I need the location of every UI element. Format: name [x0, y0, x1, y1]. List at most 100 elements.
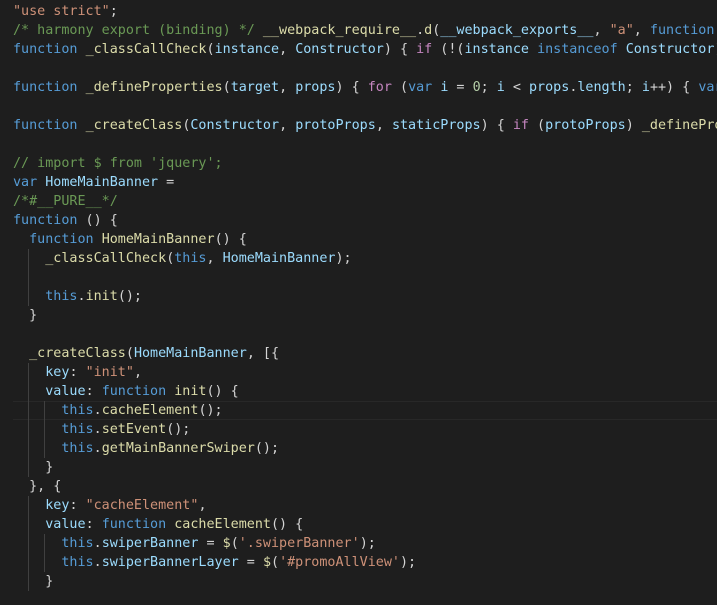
code-token: = — [238, 555, 263, 570]
code-token: , — [198, 498, 207, 513]
code-token: target — [230, 80, 280, 95]
code-token: , — [375, 118, 392, 133]
code-token: function — [13, 118, 78, 133]
code-editor[interactable]: "use strict";/* harmony export (binding)… — [0, 0, 717, 605]
code-token: () { — [271, 517, 304, 532]
code-token: (); — [117, 289, 142, 304]
code-token: this — [61, 441, 94, 456]
code-token: this — [45, 289, 78, 304]
code-token: protoProps — [295, 118, 376, 133]
code-line[interactable] — [0, 268, 717, 287]
code-token: ( — [529, 118, 546, 133]
code-token: , — [206, 251, 223, 266]
code-token: "cacheElement" — [85, 498, 199, 513]
code-token: , — [593, 23, 610, 38]
code-line[interactable]: function HomeMainBanner() { — [0, 230, 717, 249]
code-token: value — [45, 384, 86, 399]
code-token: , — [133, 365, 142, 380]
code-token: (); — [254, 441, 280, 456]
code-token: ( — [271, 555, 280, 570]
code-line[interactable]: this.init(); — [0, 287, 717, 306]
code-token: HomeMainBanner — [45, 175, 159, 190]
code-token: key — [45, 498, 70, 513]
code-token: = — [448, 80, 473, 95]
code-token: () { — [206, 384, 239, 399]
code-token: getMainBannerSwiper — [101, 441, 255, 456]
code-line[interactable]: value: function init() { — [0, 382, 717, 401]
code-token: ; — [480, 80, 497, 95]
code-token: var — [698, 80, 717, 95]
code-token: if — [416, 42, 433, 57]
code-token: ) { — [335, 80, 368, 95]
code-token: value — [45, 517, 86, 532]
code-token: _classCallCheck — [45, 251, 167, 266]
code-token: // import $ from 'jquery'; — [13, 156, 223, 171]
code-token: $ — [262, 555, 271, 570]
code-token: '.swiperBanner' — [238, 536, 360, 551]
code-line[interactable]: this.getMainBannerSwiper(); — [0, 439, 717, 458]
code-line[interactable]: var HomeMainBanner = — [0, 173, 717, 192]
code-line[interactable] — [0, 135, 717, 154]
code-token: __webpack_require__ — [262, 23, 417, 38]
code-line[interactable]: this.swiperBanner = $('.swiperBanner'); — [0, 534, 717, 553]
code-token: . — [93, 441, 102, 456]
code-token: length — [577, 80, 626, 95]
code-line[interactable]: } — [0, 458, 717, 477]
code-token: function — [649, 23, 715, 38]
code-line[interactable] — [0, 59, 717, 78]
code-line[interactable]: _createClass(HomeMainBanner, [{ — [0, 344, 717, 363]
code-token: ; — [625, 80, 642, 95]
code-token: ( — [230, 536, 239, 551]
code-token: ; — [109, 4, 118, 19]
code-token: (); — [198, 403, 223, 418]
code-token: (!( — [432, 42, 465, 57]
code-token: . — [77, 289, 86, 304]
code-token: i — [496, 80, 505, 95]
code-line[interactable]: } — [0, 306, 717, 325]
code-line[interactable]: "use strict"; — [0, 2, 717, 21]
code-line[interactable]: function () { — [0, 211, 717, 230]
code-line[interactable]: this.cacheElement(); — [0, 401, 717, 420]
code-line[interactable]: key: "init", — [0, 363, 717, 382]
code-token: function — [101, 517, 167, 532]
code-line[interactable]: this.swiperBannerLayer = $('#promoAllVie… — [0, 553, 717, 572]
code-token: } — [45, 460, 54, 475]
code-line[interactable]: function _classCallCheck(instance, Const… — [0, 40, 717, 59]
code-token: "a" — [609, 23, 634, 38]
code-line[interactable]: this.setEvent(); — [0, 420, 717, 439]
code-token: . — [93, 403, 102, 418]
code-token: . — [93, 422, 102, 437]
code-line[interactable]: } — [0, 572, 717, 591]
code-line[interactable]: _classCallCheck(this, HomeMainBanner); — [0, 249, 717, 268]
code-line[interactable]: /*#__PURE__*/ — [0, 192, 717, 211]
code-line[interactable]: // import $ from 'jquery'; — [0, 154, 717, 173]
code-token: , — [279, 118, 296, 133]
code-token: HomeMainBanner — [101, 232, 215, 247]
code-line[interactable]: /* harmony export (binding) */ __webpack… — [0, 21, 717, 40]
code-token: var — [408, 80, 433, 95]
code-line[interactable] — [0, 325, 717, 344]
code-token: for — [367, 80, 392, 95]
code-token: i — [641, 80, 650, 95]
code-token: = — [158, 175, 175, 190]
code-token: , [{ — [246, 346, 280, 361]
code-line[interactable]: function _defineProperties(target, props… — [0, 78, 717, 97]
code-line[interactable]: key: "cacheElement", — [0, 496, 717, 515]
code-token: ) — [625, 118, 642, 133]
code-line[interactable]: }, { — [0, 477, 717, 496]
code-line[interactable]: value: function cacheElement() { — [0, 515, 717, 534]
code-token: props — [529, 80, 570, 95]
code-token: . — [416, 23, 425, 38]
code-token: Constructor — [190, 118, 280, 133]
code-token: : — [69, 365, 86, 380]
code-token: /* harmony export (binding) */ — [13, 23, 263, 38]
code-token: instance — [464, 42, 530, 57]
code-token: , — [633, 23, 650, 38]
code-line[interactable]: function _createClass (Constructor, proto… — [0, 116, 717, 135]
code-line[interactable] — [0, 97, 717, 116]
code-token: : — [69, 498, 86, 513]
code-token: '#promoAllView' — [279, 555, 400, 570]
code-token: __webpack_exports__ — [440, 23, 594, 38]
